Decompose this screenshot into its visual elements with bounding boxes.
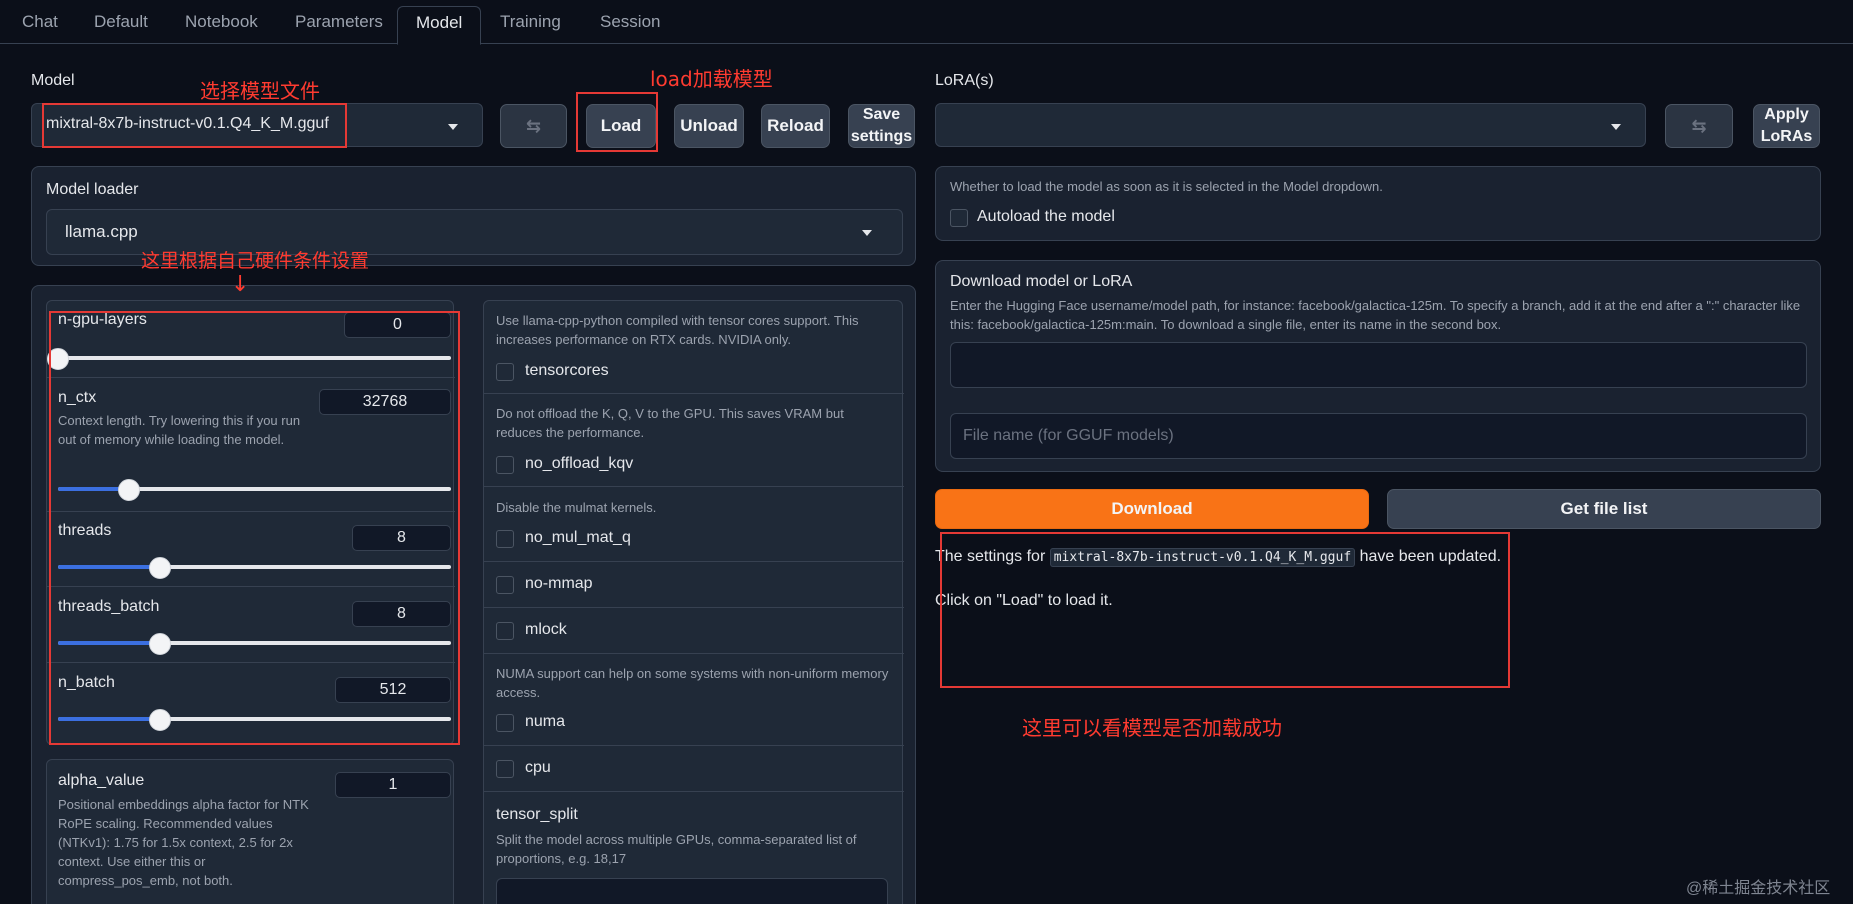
autoload-description: Whether to load the model as soon as it … bbox=[950, 179, 1383, 194]
tensor-split-label: tensor_split bbox=[496, 806, 578, 823]
annotation-box-load bbox=[576, 92, 658, 152]
lora-dropdown[interactable] bbox=[935, 103, 1646, 147]
model-path-input[interactable] bbox=[950, 342, 1807, 388]
model-label: Model bbox=[31, 72, 75, 89]
tensorcores-checkbox[interactable] bbox=[496, 363, 514, 381]
no-offload-kqv-checkbox[interactable] bbox=[496, 456, 514, 474]
download-panel: Download model or LoRA Enter the Hugging… bbox=[935, 260, 1821, 472]
tab-model[interactable]: Model bbox=[397, 6, 482, 45]
tensorcores-label: tensorcores bbox=[525, 362, 609, 379]
autoload-label: Autoload the model bbox=[977, 208, 1115, 225]
no-offload-kqv-label: no_offload_kqv bbox=[525, 455, 634, 472]
refresh-lora-list-button[interactable]: ⇆ bbox=[1665, 104, 1733, 148]
annotation-box-status bbox=[940, 532, 1510, 688]
no-mul-mat-q-description: Disable the mulmat kernels. bbox=[496, 500, 657, 515]
refresh-icon: ⇆ bbox=[1691, 116, 1707, 136]
chevron-down-icon bbox=[862, 230, 872, 236]
tensorcores-description: Use llama-cpp-python compiled with tenso… bbox=[496, 313, 859, 347]
tensor-split-description: Split the model across multiple GPUs, co… bbox=[496, 832, 857, 866]
tab-bar: Chat Default Notebook Parameters Model T… bbox=[0, 0, 1853, 45]
no-mul-mat-q-label: no_mul_mat_q bbox=[525, 529, 631, 546]
refresh-icon: ⇆ bbox=[525, 116, 542, 136]
no-mul-mat-q-checkbox[interactable] bbox=[496, 530, 514, 548]
numa-label: numa bbox=[525, 713, 566, 730]
get-file-list-button[interactable]: Get file list bbox=[1387, 489, 1821, 529]
alpha-value-group: alpha_value 1 Positional embeddings alph… bbox=[46, 759, 454, 904]
cpu-checkbox[interactable] bbox=[496, 760, 514, 778]
tab-default[interactable]: Default bbox=[90, 6, 152, 44]
tab-notebook[interactable]: Notebook bbox=[181, 6, 262, 44]
autoload-checkbox[interactable] bbox=[950, 209, 968, 227]
numa-description: NUMA support can help on some systems wi… bbox=[496, 666, 889, 700]
download-title: Download model or LoRA bbox=[950, 273, 1133, 290]
model-loader-label: Model loader bbox=[46, 181, 139, 198]
unload-button[interactable]: Unload bbox=[674, 104, 744, 148]
apply-loras-line2: LoRAs bbox=[1760, 128, 1813, 145]
autoload-panel: Whether to load the model as soon as it … bbox=[935, 166, 1821, 241]
download-button[interactable]: Download bbox=[935, 489, 1369, 529]
annotation-hardware: 这里根据自己硬件条件设置 bbox=[141, 250, 370, 272]
tab-parameters[interactable]: Parameters bbox=[291, 6, 387, 44]
watermark: @稀土掘金技术社区 bbox=[1686, 880, 1831, 897]
refresh-model-list-button[interactable]: ⇆ bbox=[500, 104, 567, 148]
download-description: Enter the Hugging Face username/model pa… bbox=[950, 298, 1801, 332]
file-name-input[interactable]: File name (for GGUF models) bbox=[950, 413, 1807, 459]
annotation-box-params bbox=[49, 311, 460, 745]
reload-button[interactable]: Reload bbox=[761, 104, 830, 148]
alpha-value-input[interactable]: 1 bbox=[335, 772, 451, 798]
numa-checkbox[interactable] bbox=[496, 714, 514, 732]
apply-loras-line1: Apply bbox=[1764, 106, 1809, 123]
annotation-arrow: ↓ bbox=[231, 272, 250, 297]
file-name-placeholder: File name (for GGUF models) bbox=[963, 427, 1174, 444]
alpha-value-label: alpha_value bbox=[58, 772, 145, 789]
tensor-split-input[interactable] bbox=[496, 878, 888, 904]
save-settings-line1: Save bbox=[862, 106, 901, 123]
apply-loras-button[interactable]: Apply LoRAs bbox=[1753, 104, 1820, 148]
no-offload-kqv-description: Do not offload the K, Q, V to the GPU. T… bbox=[496, 406, 844, 440]
mlock-checkbox[interactable] bbox=[496, 622, 514, 640]
save-settings-button[interactable]: Save settings bbox=[848, 104, 915, 148]
no-mmap-checkbox[interactable] bbox=[496, 576, 514, 594]
chevron-down-icon bbox=[1611, 124, 1621, 130]
annotation-select-model: 选择模型文件 bbox=[200, 79, 320, 103]
annotation-check-loaded: 这里可以看模型是否加载成功 bbox=[1022, 716, 1282, 740]
save-settings-line2: settings bbox=[850, 128, 913, 145]
annotation-load-model: load加载模型 bbox=[650, 67, 773, 91]
lora-label: LoRA(s) bbox=[935, 72, 994, 89]
alpha-value-description: Positional embeddings alpha factor for N… bbox=[58, 797, 309, 888]
tab-training[interactable]: Training bbox=[496, 6, 565, 44]
chevron-down-icon bbox=[448, 124, 458, 130]
tab-chat[interactable]: Chat bbox=[18, 6, 62, 44]
mlock-label: mlock bbox=[525, 621, 567, 638]
model-loader-value: llama.cpp bbox=[65, 222, 138, 241]
annotation-box-model bbox=[42, 103, 347, 148]
cpu-label: cpu bbox=[525, 759, 551, 776]
flags-group: Use llama-cpp-python compiled with tenso… bbox=[483, 300, 904, 904]
tab-session[interactable]: Session bbox=[596, 6, 664, 44]
no-mmap-label: no-mmap bbox=[525, 575, 593, 592]
